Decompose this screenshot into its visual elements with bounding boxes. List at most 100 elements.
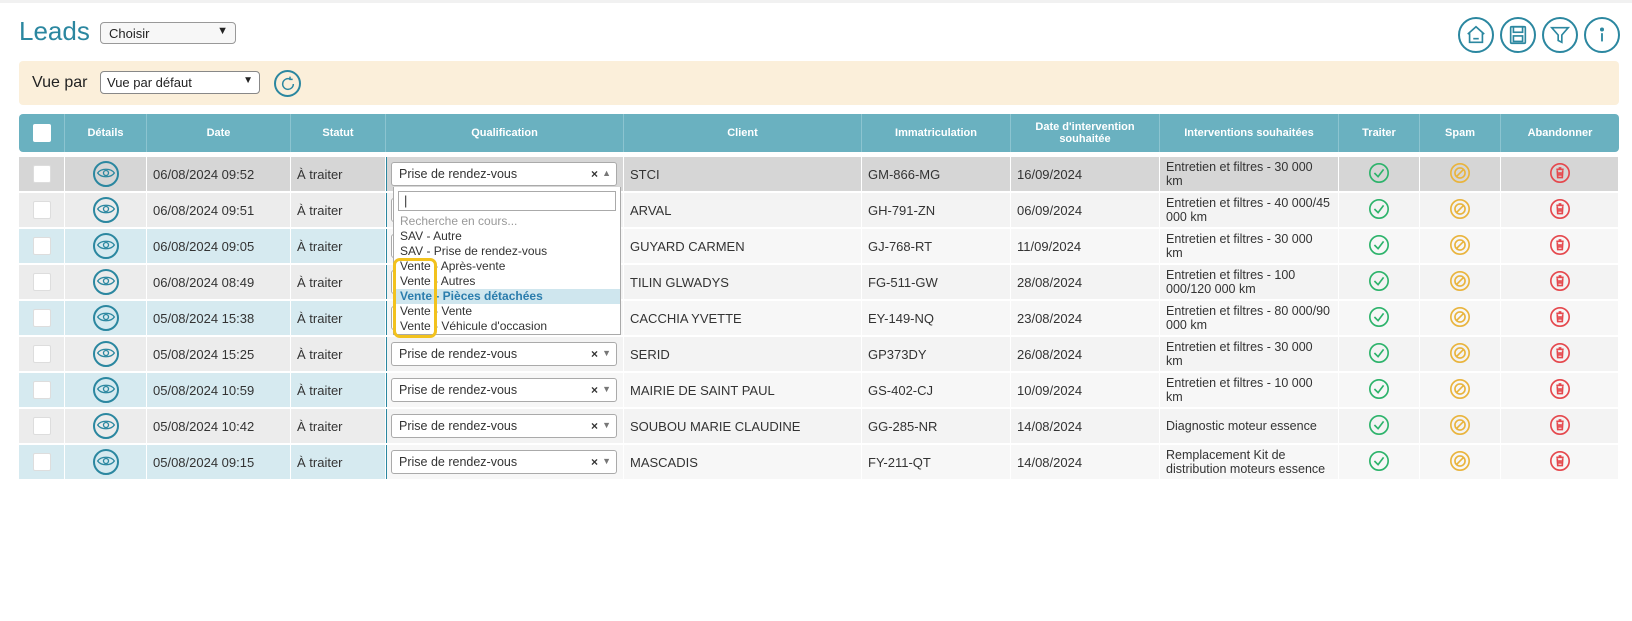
select-all-checkbox[interactable] bbox=[32, 124, 51, 142]
traiter-button[interactable] bbox=[1366, 449, 1392, 475]
table-row[interactable]: 06/08/2024 09:51À traiterPrise de rendez… bbox=[19, 193, 1619, 227]
details-button[interactable] bbox=[92, 305, 119, 331]
qualification-select[interactable]: Prise de rendez-vous × ▼ bbox=[391, 342, 617, 366]
details-button[interactable] bbox=[92, 233, 119, 259]
spam-button[interactable] bbox=[1447, 197, 1473, 223]
abandonner-button[interactable] bbox=[1547, 413, 1573, 439]
view-bar: Vue par Vue par défaut ▼ bbox=[19, 61, 1619, 105]
row-checkbox[interactable] bbox=[32, 201, 51, 219]
spam-button[interactable] bbox=[1447, 377, 1473, 403]
details-button[interactable] bbox=[92, 449, 119, 475]
table-row[interactable]: 05/08/2024 10:42 À traiter Prise de rendez… bbox=[19, 409, 1619, 443]
traiter-button[interactable] bbox=[1366, 197, 1392, 223]
clear-icon[interactable]: × bbox=[591, 383, 598, 397]
check-circle-icon bbox=[1368, 450, 1390, 475]
view-select[interactable]: Vue par défaut ▼ bbox=[100, 71, 260, 94]
details-button[interactable] bbox=[92, 161, 119, 187]
traiter-button[interactable] bbox=[1366, 161, 1392, 187]
abandonner-button[interactable] bbox=[1547, 377, 1573, 403]
qualification-cell: Prise de rendez-vous × ▲ bbox=[386, 157, 624, 191]
spam-button[interactable] bbox=[1447, 449, 1473, 475]
dropdown-option[interactable]: SAV - Autre bbox=[394, 229, 620, 244]
traiter-button[interactable] bbox=[1366, 233, 1392, 259]
dropdown-option-highlighted[interactable]: Vente - Pièces détachées bbox=[394, 289, 620, 304]
home-button[interactable] bbox=[1458, 17, 1494, 53]
traiter-button[interactable] bbox=[1366, 413, 1392, 439]
spam-button[interactable] bbox=[1447, 305, 1473, 331]
abandonner-button[interactable] bbox=[1547, 341, 1573, 367]
clear-icon[interactable]: × bbox=[591, 419, 598, 433]
save-button[interactable] bbox=[1500, 17, 1536, 53]
row-checkbox[interactable] bbox=[32, 345, 51, 363]
table-row[interactable]: 06/08/2024 09:52 À traiter Prise de rendez… bbox=[19, 157, 1619, 191]
spam-button[interactable] bbox=[1447, 341, 1473, 367]
table-row[interactable]: 05/08/2024 15:25 À traiter Prise de rendez… bbox=[19, 337, 1619, 371]
info-button[interactable] bbox=[1584, 17, 1620, 53]
table-header: Détails Date Statut Qualification Client… bbox=[19, 114, 1619, 152]
spam-button[interactable] bbox=[1447, 269, 1473, 295]
details-button[interactable] bbox=[92, 197, 119, 223]
abandonner-button[interactable] bbox=[1547, 449, 1573, 475]
qualification-select[interactable]: Prise de rendez-vous × ▼ bbox=[391, 378, 617, 402]
abandonner-button[interactable] bbox=[1547, 269, 1573, 295]
statut-cell: À traiter bbox=[291, 301, 386, 335]
statut-cell: À traiter bbox=[291, 337, 386, 371]
statut-cell: À traiter bbox=[291, 157, 386, 191]
row-checkbox[interactable] bbox=[32, 381, 51, 399]
immatriculation-cell: EY-149-NQ bbox=[862, 301, 1011, 335]
table-row[interactable]: 06/08/2024 09:05À traiterPrise de rendez… bbox=[19, 229, 1619, 263]
table-row[interactable]: 05/08/2024 10:59 À traiter Prise de rendez… bbox=[19, 373, 1619, 407]
filter-button[interactable] bbox=[1542, 17, 1578, 53]
row-checkbox[interactable] bbox=[32, 273, 51, 291]
traiter-cell bbox=[1339, 229, 1420, 263]
qualification-select[interactable]: Prise de rendez-vous × ▼ bbox=[391, 414, 617, 438]
traiter-button[interactable] bbox=[1366, 305, 1392, 331]
row-checkbox[interactable] bbox=[32, 165, 51, 183]
details-button[interactable] bbox=[92, 377, 119, 403]
dropdown-option[interactable]: SAV - Prise de rendez-vous bbox=[394, 244, 620, 259]
toolbar bbox=[1458, 17, 1620, 53]
interventions-cell: Entretien et filtres - 40 000/45 000 km bbox=[1160, 193, 1339, 227]
ban-icon bbox=[1449, 306, 1471, 331]
clear-icon[interactable]: × bbox=[591, 167, 598, 181]
chevron-down-icon: ▼ bbox=[602, 348, 611, 358]
details-button[interactable] bbox=[92, 269, 119, 295]
dropdown-option[interactable]: Vente - Autres bbox=[394, 274, 620, 289]
immatriculation-cell: GG-285-NR bbox=[862, 409, 1011, 443]
dropdown-option[interactable]: Vente - Véhicule d'occasion bbox=[394, 319, 620, 334]
row-checkbox[interactable] bbox=[32, 237, 51, 255]
spam-button[interactable] bbox=[1447, 413, 1473, 439]
clear-icon[interactable]: × bbox=[591, 455, 598, 469]
details-button[interactable] bbox=[92, 341, 119, 367]
row-checkbox[interactable] bbox=[32, 453, 51, 471]
leads-select[interactable]: Choisir ▼ bbox=[100, 22, 236, 44]
refresh-button[interactable] bbox=[274, 70, 301, 97]
dropdown-option[interactable]: Vente - Vente bbox=[394, 304, 620, 319]
qualification-select[interactable]: Prise de rendez-vous × ▲ bbox=[391, 162, 617, 186]
spam-button[interactable] bbox=[1447, 233, 1473, 259]
dropdown-option[interactable]: Vente - Après-vente bbox=[394, 259, 620, 274]
table-row[interactable]: 06/08/2024 08:49À traiterPrise de rendez… bbox=[19, 265, 1619, 299]
qualification-value: Prise de rendez-vous bbox=[399, 419, 518, 433]
abandonner-button[interactable] bbox=[1547, 197, 1573, 223]
row-checkbox[interactable] bbox=[32, 309, 51, 327]
spam-button[interactable] bbox=[1447, 161, 1473, 187]
traiter-button[interactable] bbox=[1366, 377, 1392, 403]
qualification-dropdown: | Recherche en cours... SAV - Autre SAV … bbox=[393, 187, 621, 335]
col-qualification: Qualification bbox=[386, 114, 624, 152]
abandonner-button[interactable] bbox=[1547, 305, 1573, 331]
date-cell: 05/08/2024 09:15 bbox=[147, 445, 291, 479]
details-button[interactable] bbox=[92, 413, 119, 439]
abandonner-button[interactable] bbox=[1547, 233, 1573, 259]
qualification-select[interactable]: Prise de rendez-vous × ▼ bbox=[391, 450, 617, 474]
abandonner-button[interactable] bbox=[1547, 161, 1573, 187]
traiter-button[interactable] bbox=[1366, 269, 1392, 295]
table-row[interactable]: 05/08/2024 15:38À traiterPrise de rendez… bbox=[19, 301, 1619, 335]
ban-icon bbox=[1449, 162, 1471, 187]
client-cell: CACCHIA YVETTE bbox=[624, 301, 862, 335]
clear-icon[interactable]: × bbox=[591, 347, 598, 361]
table-row[interactable]: 05/08/2024 09:15 À traiter Prise de rendez… bbox=[19, 445, 1619, 479]
dropdown-search-input[interactable]: | bbox=[398, 191, 616, 211]
row-checkbox[interactable] bbox=[32, 417, 51, 435]
traiter-button[interactable] bbox=[1366, 341, 1392, 367]
